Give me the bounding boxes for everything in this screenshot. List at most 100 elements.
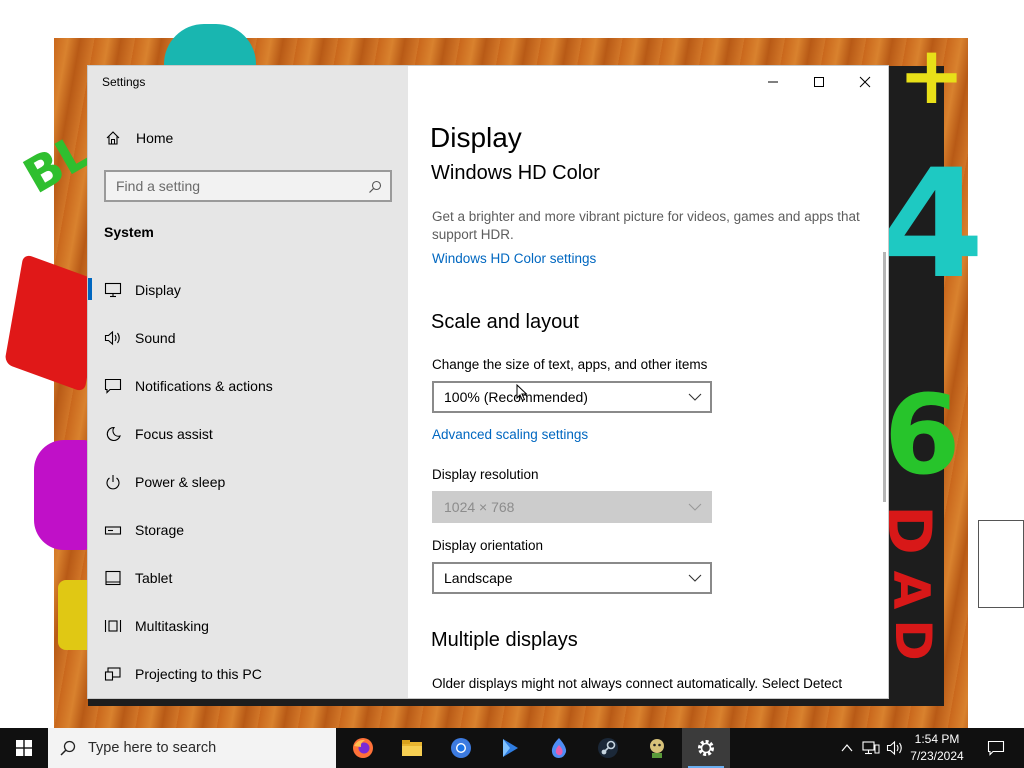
wallpaper-letter-shape: A xyxy=(882,570,941,610)
notification-icon xyxy=(104,378,122,394)
taskbar: Type here to search 1:54 PM 7/23/2024 xyxy=(0,728,1024,768)
sidebar-item-power-sleep[interactable]: Power & sleep xyxy=(88,458,408,506)
firefox-icon xyxy=(353,738,373,758)
settings-icon xyxy=(698,740,714,756)
hd-color-description: Get a brighter and more vibrant picture … xyxy=(432,209,860,242)
display-orientation-label: Display orientation xyxy=(432,538,544,553)
sidebar-item-projecting[interactable]: Projecting to this PC xyxy=(88,650,408,698)
wallpaper-letter-shape xyxy=(34,440,92,550)
window-caption-buttons xyxy=(750,66,888,98)
taskbar-app-firefox[interactable] xyxy=(339,728,387,768)
multiple-displays-description: Older displays might not always connect … xyxy=(432,676,843,691)
sidebar-item-label: Projecting to this PC xyxy=(135,666,262,682)
sidebar-item-notifications[interactable]: Notifications & actions xyxy=(88,362,408,410)
sidebar-item-label: Storage xyxy=(135,522,185,538)
desktop-window-fragment xyxy=(978,520,1024,608)
chevron-down-icon xyxy=(688,574,702,582)
orientation-dropdown[interactable]: Landscape xyxy=(432,562,712,594)
taskbar-app-file-explorer[interactable] xyxy=(388,728,436,768)
scale-layout-heading: Scale and layout xyxy=(431,311,579,333)
chevron-down-icon xyxy=(688,393,702,401)
settings-sidebar: Settings Home System Dis xyxy=(88,66,408,698)
taskbar-clock[interactable]: 1:54 PM 7/23/2024 xyxy=(906,731,968,765)
search-icon xyxy=(60,740,76,756)
window-title: Settings xyxy=(102,75,146,89)
taskbar-search-box[interactable]: Type here to search xyxy=(48,728,336,768)
minimize-icon xyxy=(768,81,778,83)
content-scrollbar[interactable] xyxy=(883,252,886,502)
sidebar-item-label: Multitasking xyxy=(135,618,209,634)
wallpaper-plus-shape: + xyxy=(898,29,966,122)
sidebar-item-storage[interactable]: Storage xyxy=(88,506,408,554)
projecting-icon xyxy=(104,667,121,681)
chevron-down-icon xyxy=(688,503,702,511)
multitasking-icon xyxy=(104,620,122,632)
resolution-dropdown: 1024 × 768 xyxy=(432,491,712,523)
sidebar-item-multitasking[interactable]: Multitasking xyxy=(88,602,408,650)
speaker-icon xyxy=(104,330,120,346)
sidebar-item-label: Display xyxy=(135,282,181,298)
close-button[interactable] xyxy=(842,66,888,98)
wallpaper-letter-shape: D xyxy=(883,619,942,661)
display-settings-page: Display Windows HD Color Get a brighter … xyxy=(408,66,888,698)
moon-icon xyxy=(106,426,121,442)
taskbar-app-steam[interactable] xyxy=(584,728,632,768)
system-nav-list: Display Sound Notifications & actions Fo… xyxy=(88,266,408,698)
taskbar-app-settings[interactable] xyxy=(682,728,730,768)
sidebar-item-sound[interactable]: Sound xyxy=(88,314,408,362)
volume-icon[interactable] xyxy=(886,740,904,756)
clock-date: 7/23/2024 xyxy=(910,749,964,763)
steam-icon xyxy=(598,738,618,758)
chevron-up-icon[interactable] xyxy=(840,740,854,756)
windows-logo-icon xyxy=(16,740,32,756)
mouse-cursor-icon xyxy=(516,384,528,402)
multiple-displays-heading: Multiple displays xyxy=(431,629,578,651)
home-label: Home xyxy=(136,130,174,146)
sidebar-item-focus-assist[interactable]: Focus assist xyxy=(88,410,408,458)
power-icon xyxy=(106,475,120,490)
taskbar-app-game[interactable] xyxy=(633,728,681,768)
orientation-dropdown-value: Landscape xyxy=(444,570,513,586)
minimize-button[interactable] xyxy=(750,66,796,98)
find-setting-search[interactable] xyxy=(104,170,392,202)
taskbar-app-chrome[interactable] xyxy=(437,728,485,768)
taskbar-app-media-player[interactable] xyxy=(486,728,534,768)
game-icon xyxy=(650,739,664,758)
edge-dev-icon xyxy=(551,738,567,758)
resolution-dropdown-value: 1024 × 768 xyxy=(444,499,515,515)
find-setting-input[interactable] xyxy=(116,178,356,194)
clock-time: 1:54 PM xyxy=(914,732,960,746)
section-heading: System xyxy=(104,224,154,240)
hd-color-heading: Windows HD Color xyxy=(431,162,600,184)
display-icon xyxy=(104,282,122,298)
wallpaper-digit-shape: 6 xyxy=(884,371,961,499)
home-nav-item[interactable]: Home xyxy=(88,122,408,154)
sidebar-item-display[interactable]: Display xyxy=(88,266,408,314)
page-title: Display xyxy=(430,122,522,153)
storage-icon xyxy=(104,526,122,535)
display-resolution-label: Display resolution xyxy=(432,467,539,482)
close-icon xyxy=(859,76,871,88)
sidebar-item-label: Tablet xyxy=(135,570,173,586)
system-tray xyxy=(836,728,906,768)
network-icon[interactable] xyxy=(862,740,880,756)
start-button[interactable] xyxy=(0,728,48,768)
taskbar-app-edge-dev[interactable] xyxy=(535,728,583,768)
maximize-icon xyxy=(814,77,824,87)
action-center-button[interactable] xyxy=(982,728,1012,768)
media-player-icon xyxy=(503,739,518,757)
text-size-label: Change the size of text, apps, and other… xyxy=(432,357,708,372)
home-icon xyxy=(106,131,120,145)
notification-icon xyxy=(987,740,1005,756)
maximize-button[interactable] xyxy=(796,66,842,98)
hd-color-settings-link[interactable]: Windows HD Color settings xyxy=(432,251,596,266)
wallpaper-digit-shape: 4 xyxy=(880,138,985,312)
settings-window: Settings Home System Dis xyxy=(88,66,888,698)
scale-dropdown[interactable]: 100% (Recommended) xyxy=(432,381,712,413)
file-explorer-icon xyxy=(402,740,422,756)
advanced-scaling-link[interactable]: Advanced scaling settings xyxy=(432,427,588,442)
sidebar-item-tablet[interactable]: Tablet xyxy=(88,554,408,602)
tablet-icon xyxy=(105,570,121,586)
sidebar-item-label: Notifications & actions xyxy=(135,378,273,394)
chrome-icon xyxy=(451,738,471,758)
